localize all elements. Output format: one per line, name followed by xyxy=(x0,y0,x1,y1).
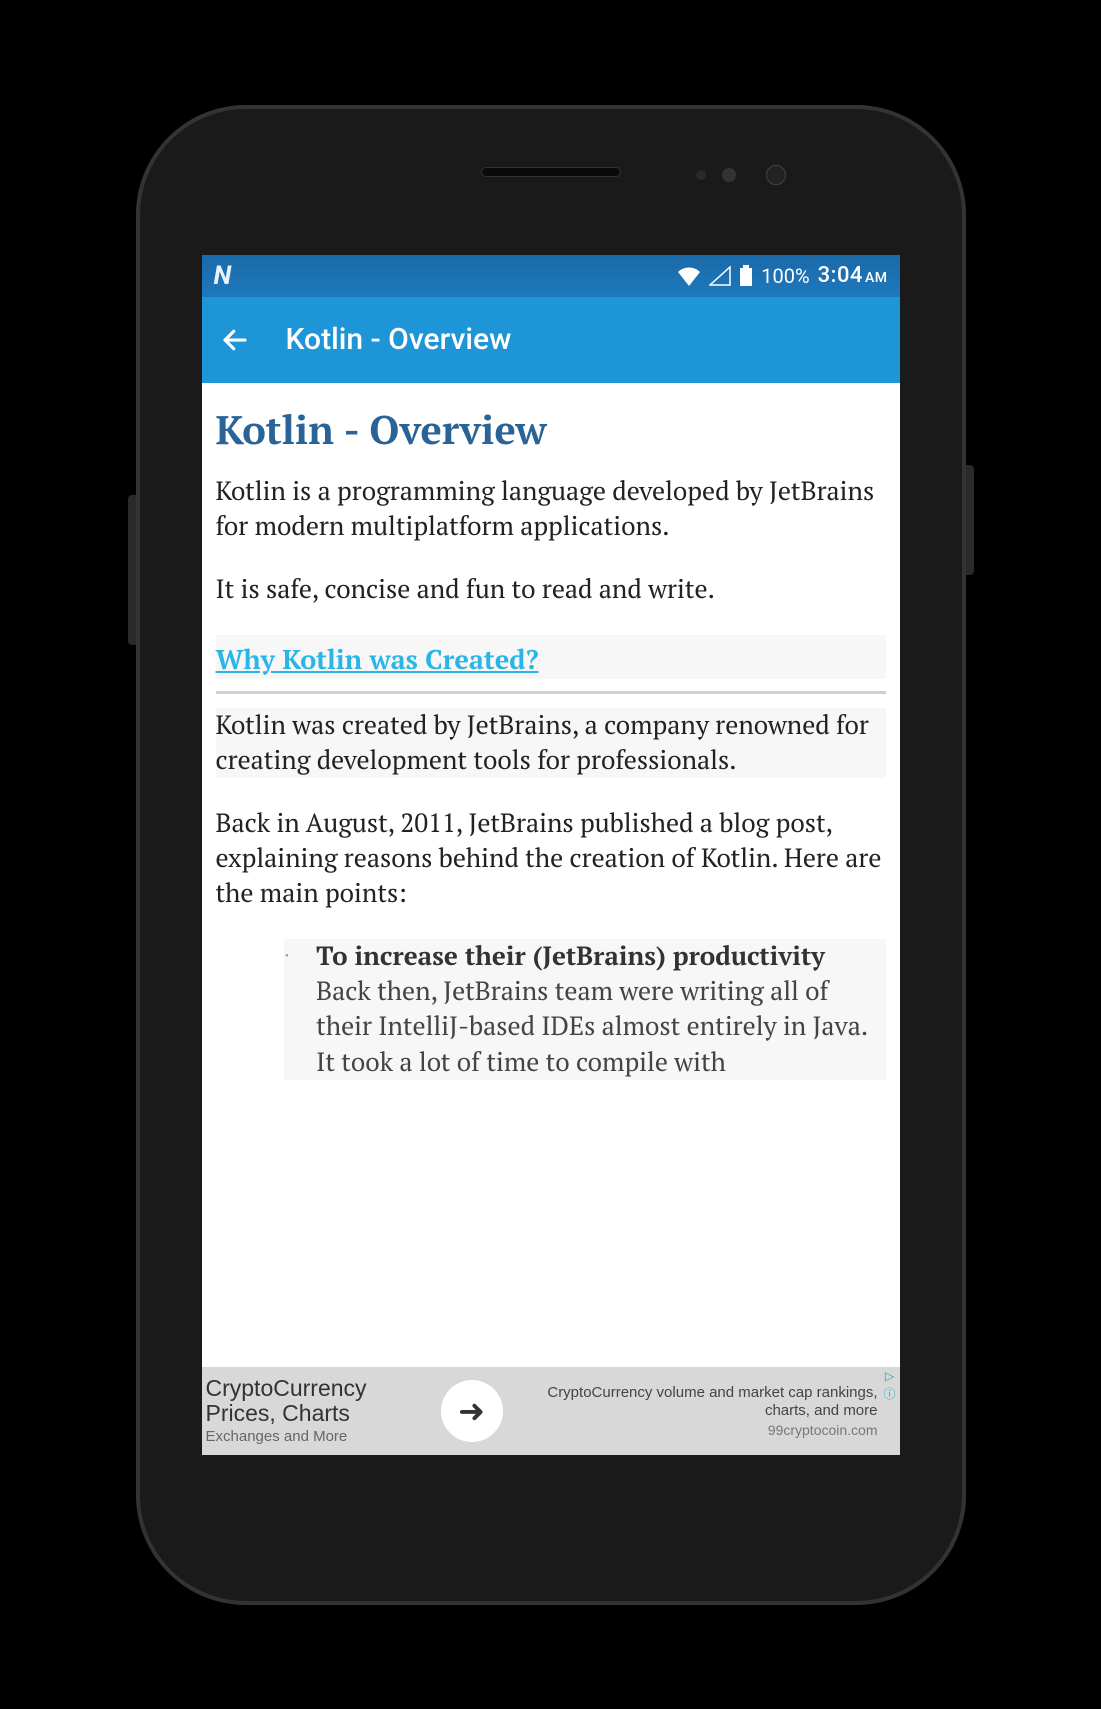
arrow-right-icon: ➜ xyxy=(441,1380,503,1442)
app-bar: Kotlin - Overview xyxy=(202,297,900,383)
ad-right-block: CryptoCurrency volume and market cap ran… xyxy=(517,1367,900,1455)
ad-banner[interactable]: CryptoCurrency Prices, Charts Exchanges … xyxy=(202,1367,900,1455)
clock-time: 3:04 xyxy=(818,263,863,288)
adchoices-icon[interactable]: ▷ ⓘ xyxy=(882,1369,898,1385)
back-button[interactable] xyxy=(220,325,250,355)
screen: N 100% 3:04AM Ko xyxy=(202,255,900,1455)
list-item-title: To increase their (JetBrains) productivi… xyxy=(316,939,825,973)
cell-signal-icon xyxy=(709,266,731,286)
ad-subtitle: Exchanges and More xyxy=(206,1428,427,1445)
power-button xyxy=(966,465,974,575)
page-title: Kotlin - Overview xyxy=(216,403,886,456)
phone-sensor xyxy=(696,170,706,180)
app-bar-title: Kotlin - Overview xyxy=(286,322,512,357)
phone-frame: N 100% 3:04AM Ko xyxy=(136,105,966,1605)
divider xyxy=(216,691,886,694)
phone-camera xyxy=(766,165,786,185)
list-item-body: To increase their (JetBrains) productivi… xyxy=(316,939,879,1079)
paragraph: Back in August, 2011, JetBrains publishe… xyxy=(216,806,886,911)
ad-left-block: CryptoCurrency Prices, Charts Exchanges … xyxy=(202,1367,427,1455)
android-n-icon: N xyxy=(214,261,232,291)
wifi-icon xyxy=(677,266,701,286)
ad-description: CryptoCurrency volume and market cap ran… xyxy=(521,1384,878,1420)
battery-percent: 100% xyxy=(761,264,809,288)
content-area[interactable]: Kotlin - Overview Kotlin is a programmin… xyxy=(202,383,900,1367)
status-bar: N 100% 3:04AM xyxy=(202,255,900,297)
bullet-icon: · xyxy=(284,939,291,1079)
battery-icon xyxy=(739,265,753,287)
paragraph: It is safe, concise and fun to read and … xyxy=(216,572,886,607)
ad-domain: 99cryptocoin.com xyxy=(521,1422,878,1438)
paragraph: Kotlin is a programming language develop… xyxy=(216,474,886,544)
ad-title: CryptoCurrency Prices, Charts xyxy=(206,1376,427,1427)
list-item: · To increase their (JetBrains) producti… xyxy=(284,939,886,1079)
subheading-container: Why Kotlin was Created? xyxy=(216,635,886,679)
phone-sensor xyxy=(722,168,736,182)
list-item-text: Back then, JetBrains team were writing a… xyxy=(316,974,867,1078)
phone-speaker xyxy=(481,167,621,177)
clock: 3:04AM xyxy=(818,263,888,288)
paragraph: Kotlin was created by JetBrains, a compa… xyxy=(216,708,886,778)
volume-button xyxy=(128,495,136,645)
section-heading-link[interactable]: Why Kotlin was Created? xyxy=(216,641,539,677)
clock-ampm: AM xyxy=(865,270,888,286)
ad-cta[interactable]: ➜ xyxy=(427,1367,517,1455)
